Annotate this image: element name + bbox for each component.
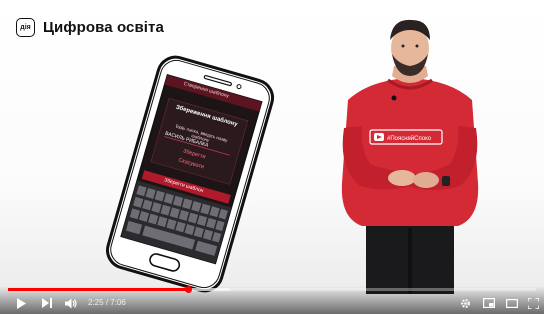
miniplayer-icon	[483, 298, 495, 308]
theater-icon	[506, 298, 518, 308]
settings-button[interactable]	[458, 297, 472, 309]
phone-illustration: Створення шаблону Збереження шаблону Буд…	[92, 55, 282, 293]
shirt-slogan: #ПоясняйСпоко	[387, 135, 432, 142]
presenter-figure: #ПоясняйСпоко	[330, 18, 490, 294]
next-icon	[42, 298, 52, 308]
volume-icon	[65, 298, 77, 308]
time-current: 2:25	[88, 298, 104, 307]
video-frame[interactable]: дія Цифрова освіта Створення шаблону Збе…	[0, 0, 544, 314]
played-bar	[8, 288, 188, 291]
phone-top-bar-label: Створення шаблону	[182, 80, 230, 100]
next-button[interactable]	[40, 297, 54, 309]
dia-logo: дія	[16, 18, 35, 37]
play-icon	[17, 297, 26, 309]
theater-button[interactable]	[505, 297, 519, 309]
progress-scrubber[interactable]	[184, 286, 192, 293]
play-button[interactable]	[14, 297, 28, 309]
time-total: 7:06	[110, 298, 126, 307]
video-title-overlay: Цифрова освіта	[43, 19, 164, 36]
progress-bar[interactable]	[8, 286, 536, 293]
time-display: 2:25 / 7:06	[88, 297, 126, 309]
player-controls: 2:25 / 7:06	[0, 286, 544, 314]
settings-icon	[460, 298, 470, 308]
volume-button[interactable]	[64, 297, 78, 309]
time-separator: /	[105, 298, 109, 307]
channel-branding: дія Цифрова освіта	[16, 18, 164, 37]
fullscreen-button[interactable]	[526, 297, 540, 309]
miniplayer-button[interactable]	[482, 297, 496, 309]
fullscreen-icon	[527, 297, 539, 309]
phone-bottom-button: Зберегти шаблон	[163, 177, 205, 195]
presenter-drawing: #ПоясняйСпоко	[341, 19, 479, 294]
